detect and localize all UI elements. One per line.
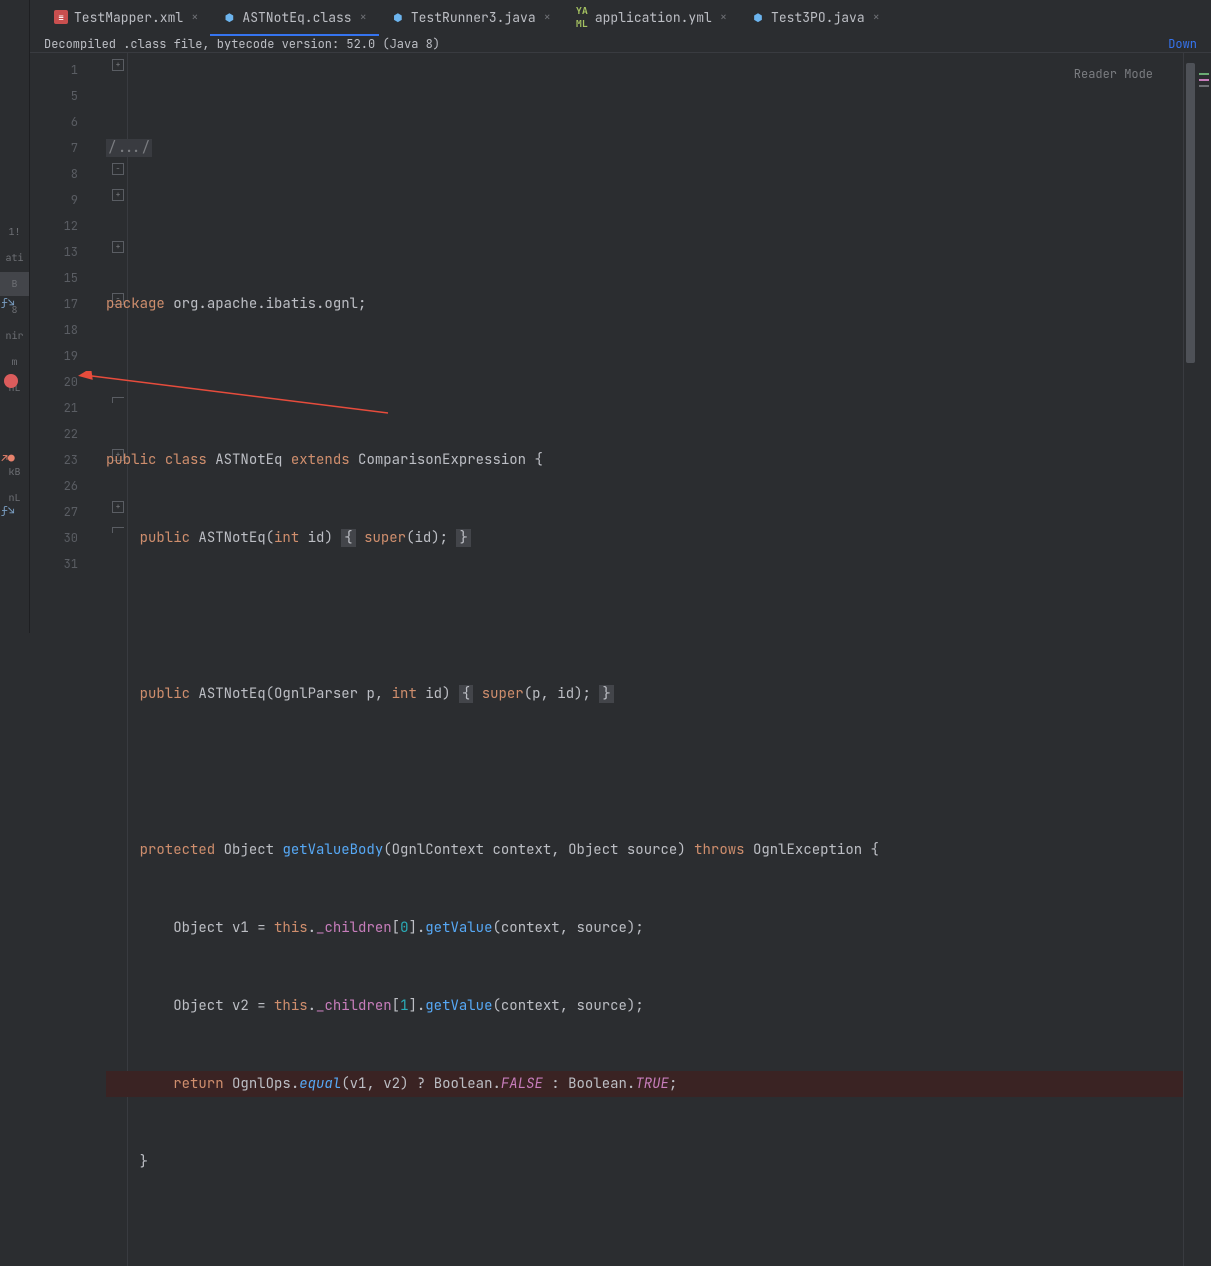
class-icon: ⬢: [391, 10, 405, 24]
tab-astnoteq[interactable]: ⬢ASTNotEq.class×: [210, 0, 378, 36]
override-icon[interactable]: ƒ↘: [0, 503, 16, 519]
banner-text: Decompiled .class file, bytecode version…: [44, 36, 440, 52]
tab-test3po[interactable]: ⬢Test3PO.java×: [739, 0, 892, 36]
editor-tabs: ≡TestMapper.xml× ⬢ASTNotEq.class× ⬢TestR…: [30, 0, 1211, 36]
close-icon[interactable]: ×: [544, 9, 551, 25]
banner-link[interactable]: Down: [1168, 36, 1197, 52]
breakpoint-icon[interactable]: [4, 374, 18, 388]
reader-mode-label[interactable]: Reader Mode: [1074, 61, 1153, 87]
close-icon[interactable]: ×: [873, 9, 880, 25]
close-icon[interactable]: ×: [360, 9, 367, 25]
implement-icon[interactable]: ↗●: [0, 451, 16, 467]
yaml-icon: YAML: [575, 10, 589, 24]
decompiled-banner: Decompiled .class file, bytecode version…: [30, 36, 1211, 53]
close-icon[interactable]: ×: [720, 9, 727, 25]
editor[interactable]: 1567 891213 15 ƒ↘17 1819 20 2122 ↗●23 26…: [30, 53, 1211, 1266]
tab-testrunner3[interactable]: ⬢TestRunner3.java×: [379, 0, 563, 36]
line-gutter: 1567 891213 15 ƒ↘17 1819 20 2122 ↗●23 26…: [30, 53, 88, 1266]
class-icon: ⬢: [751, 10, 765, 24]
breakpoint-line[interactable]: return OgnlOps.equal(v1, v2) ? Boolean.F…: [106, 1071, 1183, 1097]
override-icon[interactable]: ƒ↘: [0, 295, 16, 311]
code-area[interactable]: Reader Mode /.../ package org.apache.iba…: [88, 53, 1183, 1266]
tab-testmapper[interactable]: ≡TestMapper.xml×: [42, 0, 210, 36]
scrollbar-thumb[interactable]: [1186, 63, 1195, 363]
tab-application-yml[interactable]: YAMLapplication.yml×: [563, 0, 739, 36]
vertical-scrollbar[interactable]: [1183, 53, 1197, 1266]
tool-window-stripe[interactable]: 1!atiB 8nirm nLkBnL: [0, 0, 30, 633]
xml-icon: ≡: [54, 10, 68, 24]
error-stripe[interactable]: [1197, 53, 1211, 1266]
class-icon: ⬢: [222, 10, 236, 24]
close-icon[interactable]: ×: [191, 9, 198, 25]
